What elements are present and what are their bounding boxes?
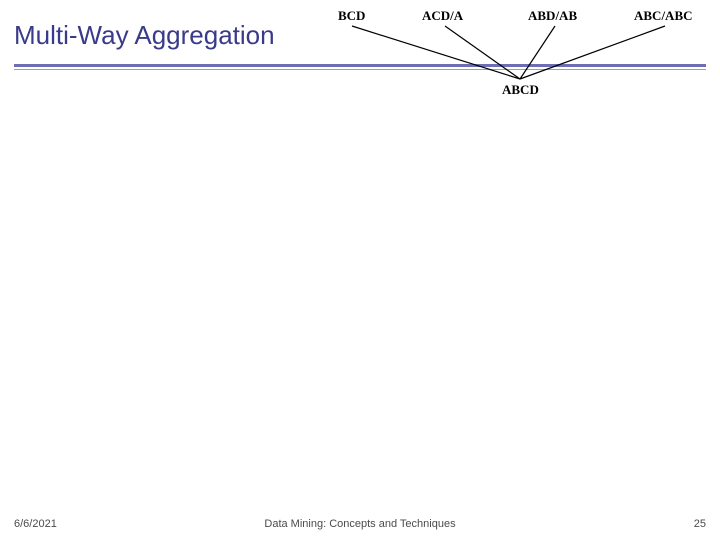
page-title: Multi-Way Aggregation	[14, 20, 275, 51]
lattice-node-top-2: ABD/AB	[528, 8, 577, 24]
footer-title: Data Mining: Concepts and Techniques	[0, 518, 720, 530]
lattice-node-top-0: BCD	[338, 8, 365, 24]
slide: Multi-Way Aggregation BCD ACD/A ABD/AB A…	[0, 0, 720, 540]
footer-page-number: 25	[694, 518, 706, 530]
lattice-node-bottom: ABCD	[502, 82, 539, 98]
lattice-diagram: BCD ACD/A ABD/AB ABC/ABC ABCD	[330, 4, 710, 104]
lattice-node-top-3: ABC/ABC	[634, 8, 693, 24]
lattice-node-top-1: ACD/A	[422, 8, 463, 24]
